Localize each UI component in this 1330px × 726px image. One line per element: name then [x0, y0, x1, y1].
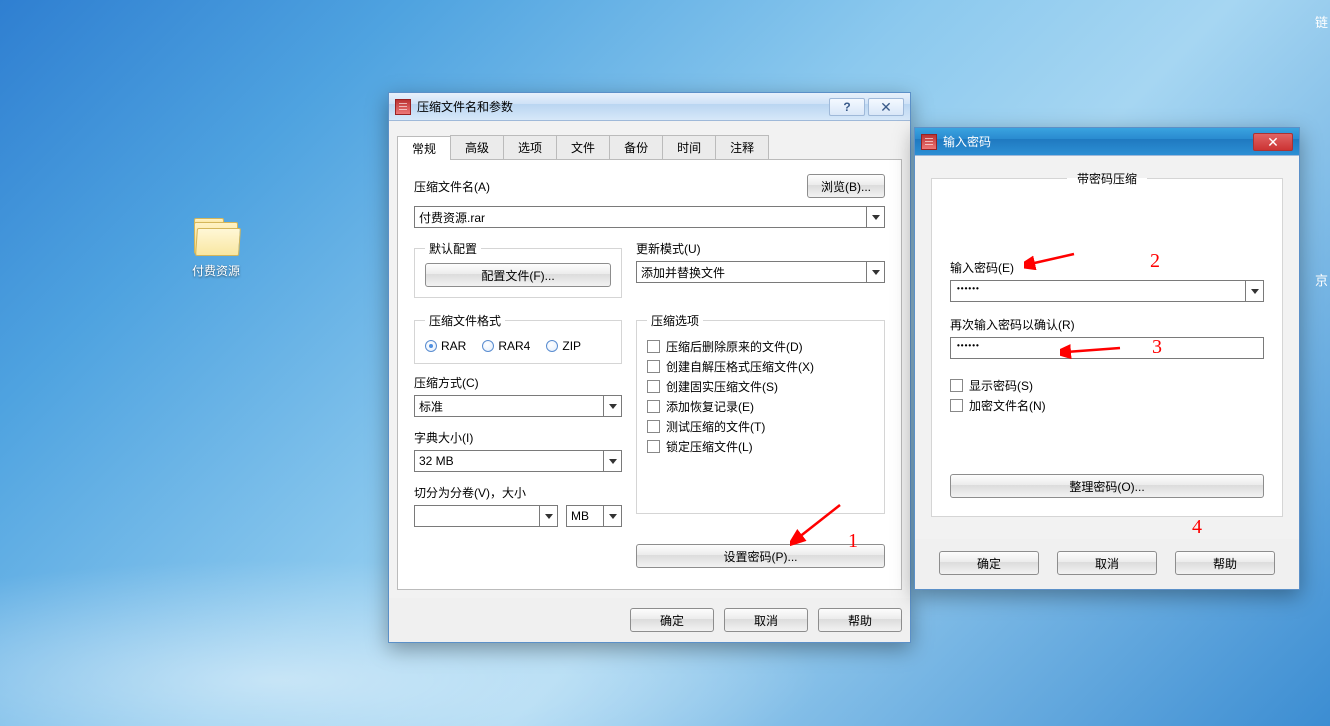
tab-advanced[interactable]: 高级 [450, 135, 504, 159]
opt-recovery[interactable]: 添加恢复记录(E) [647, 398, 874, 415]
tab-files[interactable]: 文件 [556, 135, 610, 159]
checkbox-icon [950, 379, 963, 392]
help-button[interactable]: 帮助 [1175, 551, 1275, 575]
help-button[interactable]: 帮助 [818, 608, 902, 632]
password-value: •••••• [957, 284, 980, 293]
method-label: 压缩方式(C) [414, 376, 479, 390]
cancel-button[interactable]: 取消 [724, 608, 808, 632]
checkbox-icon [647, 340, 660, 353]
password-legend: 带密码压缩 [1067, 170, 1147, 187]
tab-general[interactable]: 常规 [397, 136, 451, 160]
password-group: 带密码压缩 输入密码(E) •••••• 再次输入密码以确认(R) ••••••… [931, 170, 1283, 517]
volume-unit-combo[interactable]: MB [566, 505, 622, 527]
ok-button[interactable]: 确定 [630, 608, 714, 632]
password-input[interactable]: •••••• [950, 280, 1264, 302]
update-mode-label: 更新模式(U) [636, 242, 701, 256]
default-profile-group: 默认配置 配置文件(F)... [414, 240, 622, 298]
volume-unit-value: MB [571, 509, 589, 523]
radio-icon [425, 340, 437, 352]
cancel-button[interactable]: 取消 [1057, 551, 1157, 575]
chevron-down-icon[interactable] [866, 207, 884, 227]
tab-options[interactable]: 选项 [503, 135, 557, 159]
help-titlebar-button[interactable]: ? [829, 98, 865, 116]
close-button[interactable]: ✕ [1253, 133, 1293, 151]
annotation-1: 1 [848, 530, 858, 553]
opt-delete-after[interactable]: 压缩后删除原来的文件(D) [647, 338, 874, 355]
winrar-icon [395, 99, 411, 115]
chevron-down-icon[interactable] [603, 506, 621, 526]
chevron-down-icon[interactable] [603, 396, 621, 416]
archive-name-input[interactable]: 付费资源.rar [414, 206, 885, 228]
volume-size-input[interactable] [414, 505, 558, 527]
method-combo[interactable]: 标准 [414, 395, 622, 417]
desktop-folder-label: 付费资源 [180, 262, 252, 279]
radio-icon [482, 340, 494, 352]
close-button[interactable]: ✕ [868, 98, 904, 116]
chevron-down-icon[interactable] [539, 506, 557, 526]
annotation-2: 2 [1150, 250, 1160, 273]
radio-icon [546, 340, 558, 352]
edge-text-top: 链 [1315, 12, 1328, 31]
format-rar4[interactable]: RAR4 [482, 339, 530, 353]
options-legend: 压缩选项 [647, 312, 703, 329]
update-mode-combo[interactable]: 添加并替换文件 [636, 261, 885, 283]
tab-comment[interactable]: 注释 [715, 135, 769, 159]
checkbox-icon [647, 360, 660, 373]
profiles-button[interactable]: 配置文件(F)... [425, 263, 611, 287]
format-legend: 压缩文件格式 [425, 312, 505, 329]
format-zip[interactable]: ZIP [546, 339, 581, 353]
dict-combo[interactable]: 32 MB [414, 450, 622, 472]
desktop-folder[interactable]: 付费资源 [180, 218, 252, 279]
checkbox-icon [647, 440, 660, 453]
reenter-password-label: 再次输入密码以确认(R) [950, 318, 1075, 332]
checkbox-icon [647, 420, 660, 433]
password-confirm-input[interactable]: •••••• [950, 337, 1264, 359]
password-confirm-value: •••••• [957, 341, 980, 350]
opt-solid[interactable]: 创建固实压缩文件(S) [647, 378, 874, 395]
archive-params-dialog: 压缩文件名和参数 ? ✕ 常规 高级 选项 文件 备份 时间 注释 压缩文件名(… [388, 92, 911, 643]
format-group: 压缩文件格式 RAR RAR4 ZIP [414, 312, 622, 364]
dict-label: 字典大小(I) [414, 431, 473, 445]
window-title: 输入密码 [943, 133, 991, 150]
tab-time[interactable]: 时间 [662, 135, 716, 159]
opt-sfx[interactable]: 创建自解压格式压缩文件(X) [647, 358, 874, 375]
ok-button[interactable]: 确定 [939, 551, 1039, 575]
default-profile-legend: 默认配置 [425, 240, 481, 257]
method-value: 标准 [419, 398, 443, 415]
opt-lock[interactable]: 锁定压缩文件(L) [647, 438, 874, 455]
options-group: 压缩选项 压缩后删除原来的文件(D) 创建自解压格式压缩文件(X) 创建固实压缩… [636, 312, 885, 514]
chevron-down-icon[interactable] [1245, 281, 1263, 301]
update-mode-value: 添加并替换文件 [641, 264, 725, 281]
annotation-3: 3 [1152, 336, 1162, 359]
tabs: 常规 高级 选项 文件 备份 时间 注释 [397, 135, 902, 160]
browse-button[interactable]: 浏览(B)... [807, 174, 885, 198]
folder-icon [192, 218, 240, 258]
tab-backup[interactable]: 备份 [609, 135, 663, 159]
format-rar[interactable]: RAR [425, 339, 466, 353]
enter-password-label: 输入密码(E) [950, 261, 1014, 275]
titlebar[interactable]: 压缩文件名和参数 ? ✕ [389, 93, 910, 121]
edge-text-mid: 京 [1315, 270, 1328, 289]
titlebar[interactable]: 输入密码 ✕ [915, 128, 1299, 156]
opt-test[interactable]: 测试压缩的文件(T) [647, 418, 874, 435]
organize-passwords-button[interactable]: 整理密码(O)... [950, 474, 1264, 498]
archive-name-value: 付费资源.rar [419, 209, 485, 226]
checkbox-icon [950, 399, 963, 412]
archive-name-label: 压缩文件名(A) [414, 178, 490, 195]
window-title: 压缩文件名和参数 [417, 98, 513, 115]
annotation-4: 4 [1192, 516, 1202, 539]
checkbox-icon [647, 400, 660, 413]
chevron-down-icon[interactable] [866, 262, 884, 282]
password-dialog: 输入密码 ✕ 带密码压缩 输入密码(E) •••••• 再次输入密码以确认(R)… [914, 127, 1300, 590]
checkbox-icon [647, 380, 660, 393]
show-password-checkbox[interactable]: 显示密码(S) [950, 377, 1264, 394]
chevron-down-icon[interactable] [603, 451, 621, 471]
encrypt-filenames-checkbox[interactable]: 加密文件名(N) [950, 397, 1264, 414]
dict-value: 32 MB [419, 454, 454, 468]
winrar-icon [921, 134, 937, 150]
volume-label: 切分为分卷(V)，大小 [414, 486, 526, 500]
